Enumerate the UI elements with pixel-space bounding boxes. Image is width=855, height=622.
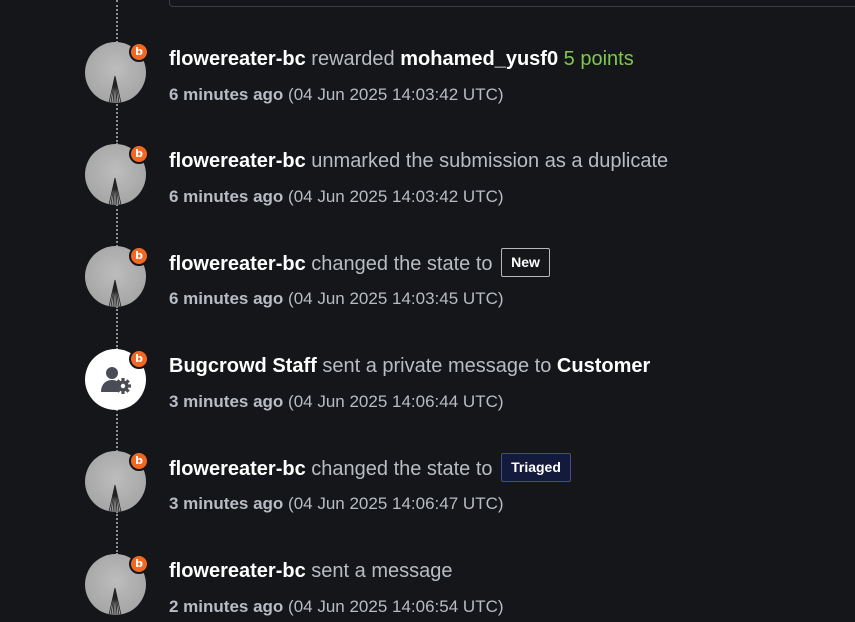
event-action: rewarded xyxy=(311,48,395,70)
event-action: sent a private message to xyxy=(322,355,552,377)
event-time: 3 minutes ago (04 Jun 2025 14:06:44 UTC) xyxy=(169,391,504,413)
relative-time: 2 minutes ago xyxy=(169,597,284,616)
event-time: 6 minutes ago (04 Jun 2025 14:03:42 UTC) xyxy=(169,186,504,208)
user-gear-icon xyxy=(101,367,131,394)
bugcrowd-badge-icon: b xyxy=(129,42,149,62)
event-summary: flowereater-bc changed the state to Tria… xyxy=(169,453,571,484)
bugcrowd-badge-icon: b xyxy=(129,144,149,164)
state-badge-new: New xyxy=(501,248,550,277)
state-badge-triaged: Triaged xyxy=(501,453,571,482)
relative-time: 6 minutes ago xyxy=(169,187,284,206)
event-summary: flowereater-bc rewarded mohamed_yusf0 5 … xyxy=(169,46,634,72)
actor-link[interactable]: flowereater-bc xyxy=(169,253,306,275)
points-value: 5 points xyxy=(563,48,634,70)
actor-link[interactable]: flowereater-bc xyxy=(169,560,306,582)
event-summary: flowereater-bc changed the state to New xyxy=(169,248,550,279)
activity-timeline: b flowereater-bc rewarded mohamed_yusf0 … xyxy=(0,0,855,622)
timeline-event: b Bugcrowd Staff sent a private message … xyxy=(0,349,855,419)
timeline-event: b flowereater-bc sent a message 2 minute… xyxy=(0,554,855,622)
relative-time: 3 minutes ago xyxy=(169,392,284,411)
bugcrowd-badge-icon: b xyxy=(129,349,149,369)
timeline-event: b flowereater-bc unmarked the submission… xyxy=(0,144,855,214)
event-summary: Bugcrowd Staff sent a private message to… xyxy=(169,353,650,379)
event-time: 3 minutes ago (04 Jun 2025 14:06:47 UTC) xyxy=(169,493,504,515)
event-time: 6 minutes ago (04 Jun 2025 14:03:45 UTC) xyxy=(169,288,504,310)
comment-box[interactable] xyxy=(169,0,855,7)
event-summary: flowereater-bc sent a message xyxy=(169,558,452,584)
bugcrowd-badge-icon: b xyxy=(129,246,149,266)
event-action: changed the state to xyxy=(311,252,493,275)
timeline-connector xyxy=(116,0,118,43)
absolute-timestamp: (04 Jun 2025 14:03:42 UTC) xyxy=(288,187,504,206)
timeline-event: b flowereater-bc rewarded mohamed_yusf0 … xyxy=(0,42,855,112)
event-summary: flowereater-bc unmarked the submission a… xyxy=(169,148,668,174)
relative-time: 6 minutes ago xyxy=(169,85,284,104)
actor-name: Bugcrowd Staff xyxy=(169,355,317,377)
recipient-name: Customer xyxy=(556,355,651,377)
timeline-event: b flowereater-bc changed the state to Tr… xyxy=(0,451,855,521)
relative-time: 3 minutes ago xyxy=(169,494,284,513)
event-action: changed the state to xyxy=(311,457,493,480)
target-user-link[interactable]: mohamed_yusf0 xyxy=(400,48,558,70)
bugcrowd-badge-icon: b xyxy=(129,554,149,574)
bugcrowd-badge-icon: b xyxy=(129,451,149,471)
timeline-event: b flowereater-bc changed the state to Ne… xyxy=(0,246,855,316)
event-time: 2 minutes ago (04 Jun 2025 14:06:54 UTC) xyxy=(169,596,504,618)
relative-time: 6 minutes ago xyxy=(169,289,284,308)
absolute-timestamp: (04 Jun 2025 14:06:44 UTC) xyxy=(288,392,504,411)
event-action: unmarked the submission as a duplicate xyxy=(311,150,669,172)
absolute-timestamp: (04 Jun 2025 14:06:54 UTC) xyxy=(288,597,504,616)
actor-link[interactable]: flowereater-bc xyxy=(169,458,306,480)
event-time: 6 minutes ago (04 Jun 2025 14:03:42 UTC) xyxy=(169,84,504,106)
absolute-timestamp: (04 Jun 2025 14:03:42 UTC) xyxy=(288,85,504,104)
absolute-timestamp: (04 Jun 2025 14:06:47 UTC) xyxy=(288,494,504,513)
actor-link[interactable]: flowereater-bc xyxy=(169,48,306,70)
absolute-timestamp: (04 Jun 2025 14:03:45 UTC) xyxy=(288,289,504,308)
event-action: sent a message xyxy=(311,560,453,582)
actor-link[interactable]: flowereater-bc xyxy=(169,150,306,172)
